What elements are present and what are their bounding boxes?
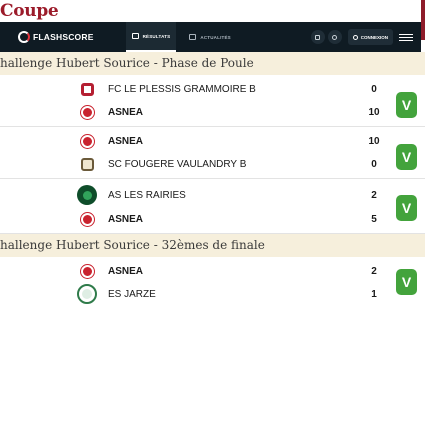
win-badge: V bbox=[396, 195, 417, 221]
menu-icon-line bbox=[399, 33, 413, 35]
sport-selector-button[interactable] bbox=[310, 30, 325, 44]
tab-news-label: ACTUALITÉS bbox=[200, 34, 231, 40]
away-team-name: ASNEA bbox=[108, 106, 144, 118]
user-icon bbox=[352, 34, 358, 40]
search-icon bbox=[332, 34, 338, 40]
team-crest-icon bbox=[77, 154, 97, 174]
team-crest-icon bbox=[77, 209, 97, 229]
logo-text: FLASHSCORE bbox=[33, 32, 94, 42]
team-crest-icon bbox=[77, 131, 97, 151]
team-crest-icon bbox=[77, 284, 97, 304]
win-badge: V bbox=[396, 92, 417, 118]
home-score: 2 bbox=[371, 189, 377, 201]
news-icon bbox=[189, 34, 197, 40]
match-row[interactable]: AS LES RAIRIES 2 ASNEA 5 V bbox=[0, 179, 425, 234]
home-score: 2 bbox=[371, 265, 377, 277]
login-button[interactable]: CONNEXION bbox=[347, 29, 393, 45]
tab-news[interactable]: ACTUALITÉS bbox=[183, 22, 237, 52]
home-team-row: FC LE PLESSIS GRAMMOIRE B 0 bbox=[0, 78, 390, 100]
home-team-name: FC LE PLESSIS GRAMMOIRE B bbox=[108, 83, 256, 95]
menu-icon-line bbox=[399, 39, 413, 41]
away-team-row: ES JARZE 1 bbox=[0, 283, 390, 305]
away-score: 0 bbox=[371, 158, 377, 170]
away-team-row: SC FOUGERE VAULANDRY B 0 bbox=[0, 153, 390, 175]
club-crest-partial bbox=[421, 0, 425, 40]
competition-header[interactable]: hallenge Hubert Sourice - 32èmes de fina… bbox=[0, 234, 425, 257]
results-icon bbox=[131, 33, 139, 39]
away-score: 10 bbox=[368, 106, 380, 118]
login-label: CONNEXION bbox=[360, 34, 388, 40]
home-score: 10 bbox=[368, 135, 380, 147]
team-crest-icon bbox=[77, 185, 97, 205]
home-team-name: ASNEA bbox=[108, 135, 144, 147]
match-row[interactable]: ASNEA 2 ES JARZE 1 V bbox=[0, 257, 425, 309]
win-badge: V bbox=[396, 269, 417, 295]
competition-header[interactable]: hallenge Hubert Sourice - Phase de Poule bbox=[0, 52, 425, 75]
top-navbar: FLASHSCORE RÉSULTATS ACTUALITÉS CONNEXIO… bbox=[0, 22, 421, 52]
flashscore-logo-icon bbox=[18, 31, 30, 43]
away-team-name: ES JARZE bbox=[108, 288, 156, 300]
home-team-name: ASNEA bbox=[108, 265, 144, 277]
navbar-actions: CONNEXION bbox=[310, 22, 421, 52]
search-button[interactable] bbox=[327, 30, 342, 44]
tab-results[interactable]: RÉSULTATS bbox=[125, 22, 177, 52]
home-score: 0 bbox=[371, 83, 377, 95]
sport-icon bbox=[315, 34, 321, 40]
away-score: 5 bbox=[371, 213, 377, 225]
team-crest-icon bbox=[77, 261, 97, 281]
home-team-row: AS LES RAIRIES 2 bbox=[0, 184, 390, 206]
home-team-row: ASNEA 2 bbox=[0, 260, 390, 282]
team-crest-icon bbox=[77, 79, 97, 99]
team-crest-icon bbox=[77, 102, 97, 122]
tab-results-label: RÉSULTATS bbox=[142, 33, 171, 39]
home-team-name: AS LES RAIRIES bbox=[108, 189, 186, 201]
match-row[interactable]: ASNEA 10 SC FOUGERE VAULANDRY B 0 V bbox=[0, 127, 425, 179]
away-team-row: ASNEA 10 bbox=[0, 101, 390, 123]
menu-icon-line bbox=[399, 36, 413, 38]
hamburger-menu-button[interactable] bbox=[399, 30, 413, 44]
win-badge: V bbox=[396, 144, 417, 170]
away-team-row: ASNEA 5 bbox=[0, 208, 390, 230]
match-row[interactable]: FC LE PLESSIS GRAMMOIRE B 0 ASNEA 10 V bbox=[0, 75, 425, 127]
away-team-name: SC FOUGERE VAULANDRY B bbox=[108, 158, 247, 170]
away-team-name: ASNEA bbox=[108, 213, 144, 225]
page-heading: Coupe bbox=[0, 1, 59, 21]
home-team-row: ASNEA 10 bbox=[0, 130, 390, 152]
flashscore-logo[interactable]: FLASHSCORE bbox=[18, 31, 94, 43]
away-score: 1 bbox=[371, 288, 377, 300]
